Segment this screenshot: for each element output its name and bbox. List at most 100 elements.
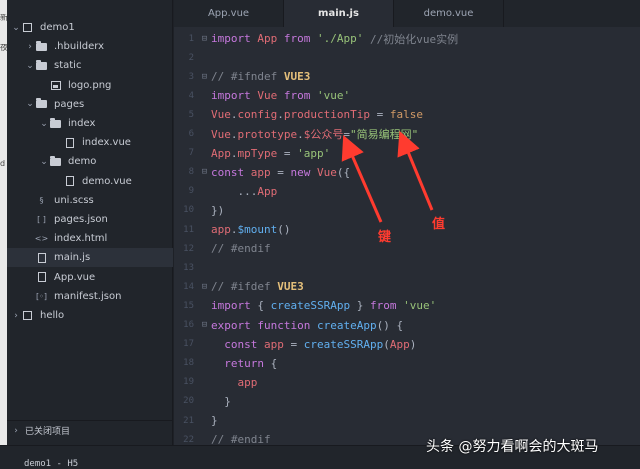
code-token: . xyxy=(230,127,238,141)
tree-item-label: manifest.json xyxy=(54,290,122,302)
closed-projects-label: 已关闭项目 xyxy=(25,427,71,437)
line-number: 7 xyxy=(188,148,194,159)
code-token: . xyxy=(297,127,304,141)
code-line: 12 // #endif xyxy=(174,239,640,258)
code-token: $公众号 xyxy=(303,128,344,141)
line-number: 5 xyxy=(188,109,194,120)
editor-tab-bar: App.vue main.js demo.vue xyxy=(174,0,640,27)
tree-item-label: .hbuilderx xyxy=(54,41,105,53)
code-token: 'app' xyxy=(297,146,331,160)
js-file-icon xyxy=(35,252,48,263)
code-token: app xyxy=(211,223,231,236)
tree-item[interactable]: main.js xyxy=(7,248,173,268)
edge-fragment: 新 xyxy=(0,14,7,22)
chevron-right-icon[interactable]: › xyxy=(25,42,35,52)
line-number: 18 xyxy=(183,358,194,369)
line-number: 2 xyxy=(188,52,194,63)
fold-toggle-icon[interactable]: ⊟ xyxy=(198,320,211,330)
line-number: 20 xyxy=(183,396,194,407)
tree-item[interactable]: demo.vue xyxy=(7,172,173,191)
code-token: Vue xyxy=(257,89,284,103)
line-number: 15 xyxy=(183,300,194,311)
code-token: = xyxy=(343,127,350,141)
chevron-down-icon[interactable]: ⌄ xyxy=(25,99,35,109)
chevron-down-icon[interactable]: ⌄ xyxy=(11,23,21,33)
fold-toggle-icon[interactable]: ⊟ xyxy=(198,167,211,177)
code-token: import xyxy=(211,89,258,103)
tab-main-js[interactable]: main.js xyxy=(284,0,394,27)
tree-item-label: logo.png xyxy=(68,79,112,91)
code-token: from xyxy=(283,32,317,45)
tree-item[interactable]: ⌄ static xyxy=(7,56,173,75)
code-token: // #ifndef xyxy=(211,70,284,84)
chevron-down-icon[interactable]: ⌄ xyxy=(39,119,49,129)
code-token: VUE3 xyxy=(277,280,304,294)
code-line: 4 import Vue from 'vue' xyxy=(174,86,640,105)
code-editor[interactable]: 1 ⊟ import App from './App' //初始化vue实例 2 3 ⊟ /… xyxy=(174,27,640,446)
box-icon xyxy=(21,310,34,321)
code-line: 6 Vue. prototype. $公众号 = "简易编程网" xyxy=(174,125,640,144)
line-number: 22 xyxy=(183,434,194,445)
tree-item[interactable]: ⌄ demo1 xyxy=(7,18,173,37)
tab-label: main.js xyxy=(318,8,359,19)
line-number: 8 xyxy=(188,167,194,178)
closed-projects-toggle[interactable]: › 已关闭项目 xyxy=(7,420,173,440)
code-token: from xyxy=(369,299,404,313)
code-token: const xyxy=(211,165,251,179)
fold-toggle-icon[interactable]: ⊟ xyxy=(198,282,211,292)
code-token: export xyxy=(211,318,258,332)
code-token: mpType xyxy=(237,146,284,160)
vue-file-icon xyxy=(63,176,76,187)
code-line: 3 ⊟// #ifndef VUE3 xyxy=(174,67,640,86)
code-line: 15 import { createSSRApp } from 'vue' xyxy=(174,296,640,315)
tree-item-label: index xyxy=(68,118,96,129)
code-token: . xyxy=(230,146,238,160)
chevron-right-icon[interactable]: › xyxy=(11,311,21,321)
code-line: 10}) xyxy=(174,201,640,220)
chevron-down-icon[interactable]: ⌄ xyxy=(39,157,49,167)
tab-app-vue[interactable]: App.vue xyxy=(174,0,284,27)
code-line: 18 return { xyxy=(174,354,640,373)
tree-item[interactable]: › .hbuilderx xyxy=(7,37,173,56)
code-token: // #endif xyxy=(211,242,271,256)
tree-item[interactable]: [ ] pages.json xyxy=(7,210,173,229)
tree-item[interactable]: § uni.scss xyxy=(7,191,173,210)
tree-item[interactable]: [◦] manifest.json xyxy=(7,287,173,306)
fold-toggle-icon[interactable]: ⊟ xyxy=(198,72,211,82)
tree-item-label: demo.vue xyxy=(82,175,132,187)
code-token: const xyxy=(224,337,264,351)
code-token: } xyxy=(211,394,231,408)
code-token: createApp xyxy=(316,318,377,332)
tree-item[interactable]: ⌄ index xyxy=(7,114,173,133)
edge-fragment: 夜 xyxy=(0,44,7,52)
tree-item[interactable]: ⌄ demo xyxy=(7,152,173,171)
code-line: 19 app xyxy=(174,373,640,392)
tab-demo-vue[interactable]: demo.vue xyxy=(394,0,504,27)
chevron-right-icon: › xyxy=(14,425,18,436)
code-line: 9 ... App xyxy=(174,182,640,201)
value-annotation: 值 xyxy=(432,217,446,232)
code-line: 11 app. $mount() xyxy=(174,220,640,239)
tree-item[interactable]: ⌄ pages xyxy=(7,95,173,114)
tree-item[interactable]: App.vue xyxy=(7,268,173,287)
folder-icon xyxy=(49,117,62,129)
tree-item[interactable]: index.vue xyxy=(7,133,173,152)
code-token: createSSRApp xyxy=(270,299,357,313)
code-token: from xyxy=(283,89,317,103)
code-line: 5 Vue. config. productionTip = false xyxy=(174,105,640,124)
line-number: 17 xyxy=(183,339,194,350)
code-token: './App' xyxy=(316,32,370,45)
chevron-down-icon[interactable]: ⌄ xyxy=(25,61,35,71)
tree-item[interactable]: <> index.html xyxy=(7,229,173,248)
fold-toggle-icon[interactable]: ⊟ xyxy=(198,34,211,44)
code-line: 7 App. mpType = 'app' xyxy=(174,144,640,163)
code-token: app xyxy=(264,337,291,351)
code-token: . xyxy=(277,108,284,122)
tree-item[interactable]: › hello xyxy=(7,306,173,325)
project-explorer: ⌄ demo1 › .hbuilderx ⌄ static logo.png ⌄ pages ⌄ i… xyxy=(7,0,173,445)
tree-item[interactable]: logo.png xyxy=(7,76,173,95)
code-token: App xyxy=(257,32,284,45)
tree-item-label: pages xyxy=(54,98,85,110)
json-file-icon: [ ] xyxy=(37,215,46,224)
